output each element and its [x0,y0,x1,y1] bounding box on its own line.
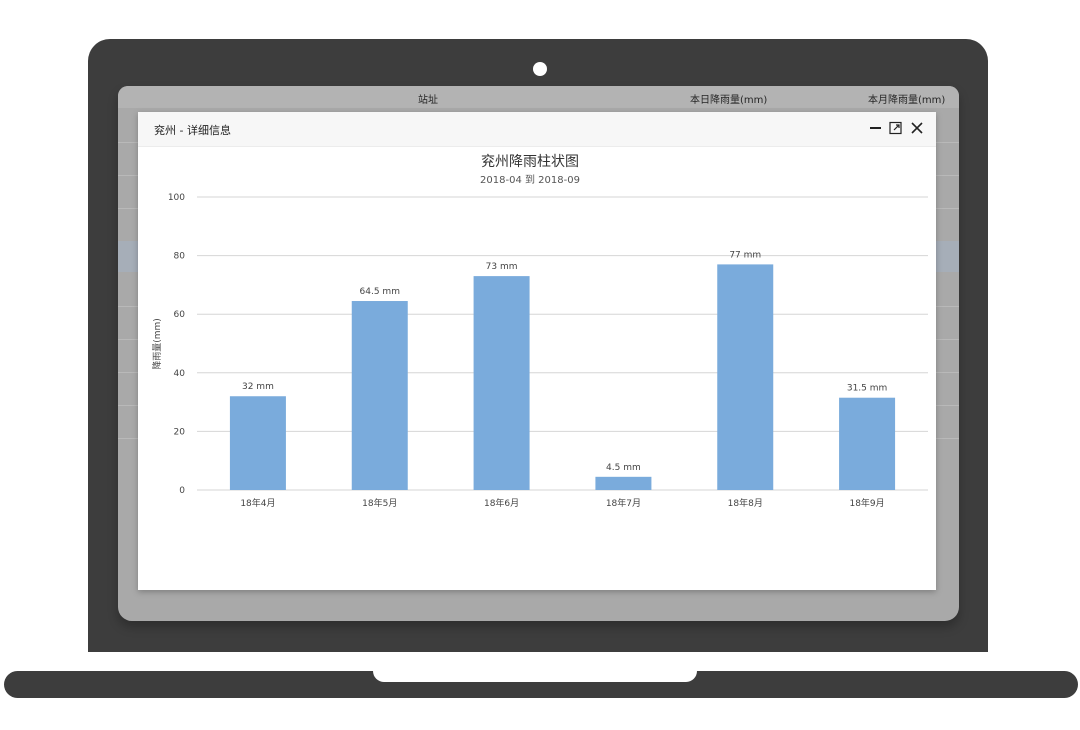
bar-data-label: 64.5 mm [360,287,400,297]
y-tick-label: 60 [174,310,186,320]
column-header-station[interactable]: 站址 [418,91,438,106]
bar-data-label: 32 mm [242,382,274,392]
y-axis-title: 降雨量(mm) [151,318,163,370]
column-header-daily-rain[interactable]: 本日降雨量(mm) [690,91,767,106]
modal-title: 兖州 - 详细信息 [154,124,231,137]
y-tick-label: 20 [174,427,186,437]
maximize-icon[interactable] [888,120,904,136]
y-tick-label: 0 [179,486,185,496]
bar-data-label: 77 mm [729,250,761,260]
detail-modal: 兖州 - 详细信息 兖州降雨柱状图 2018-04 到 2018-09 降雨量(… [138,112,936,590]
y-tick-label: 40 [174,369,186,379]
x-tick-label: 18年5月 [362,497,397,509]
minimize-icon[interactable] [868,120,884,136]
bar[interactable] [351,301,408,490]
laptop-base-notch [373,671,697,682]
x-tick-label: 18年4月 [240,497,275,509]
rainfall-bar-chart: 兖州降雨柱状图 2018-04 到 2018-09 降雨量(mm) 0 20 40 6… [151,154,928,509]
modal-titlebar[interactable]: 兖州 - 详细信息 [138,112,936,147]
bar-data-label: 73 mm [486,262,518,272]
background-table-header: 站址 本日降雨量(mm) 本月降雨量(mm) [118,86,959,108]
close-icon[interactable] [909,120,925,136]
y-tick-label: 100 [168,193,185,203]
chart-title: 兖州降雨柱状图 [481,154,579,170]
bar[interactable] [473,276,530,490]
bar[interactable] [595,476,652,490]
column-header-monthly-rain[interactable]: 本月降雨量(mm) [868,91,945,106]
x-tick-label: 18年7月 [606,497,641,509]
camera-icon [533,62,547,76]
bar[interactable] [229,396,286,490]
bar-data-label: 31.5 mm [847,384,887,394]
x-tick-label: 18年8月 [728,497,763,509]
chart-subtitle: 2018-04 到 2018-09 [480,174,580,186]
bar-data-label: 4.5 mm [606,463,641,473]
bar[interactable] [717,264,774,490]
y-tick-label: 80 [174,252,186,262]
x-tick-label: 18年6月 [484,497,519,509]
bar[interactable] [839,397,896,490]
x-tick-label: 18年9月 [849,497,884,509]
